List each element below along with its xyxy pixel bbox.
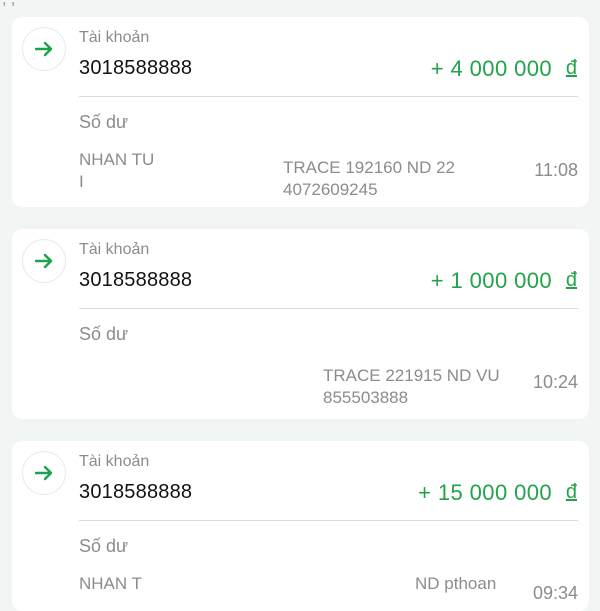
transaction-description-left: NHAN TU I [79, 150, 155, 191]
currency-symbol: đ [565, 269, 577, 291]
transaction-time: 10:24 [532, 372, 578, 392]
balance-label: Số dư [79, 112, 129, 132]
divider [79, 520, 578, 521]
arrow-right-icon [34, 465, 53, 481]
incoming-arrow-icon [22, 451, 66, 495]
account-number: 3018588888 [79, 481, 193, 503]
transaction-card[interactable]: Tài khoản 3018588888 + 15 000 000 đ Số d… [12, 441, 589, 611]
transaction-time: 09:34 [532, 583, 578, 603]
account-label: Tài khoản [79, 453, 150, 470]
transaction-time: 11:08 [534, 160, 578, 180]
account-label: Tài khoản [79, 29, 150, 46]
arrow-right-icon [34, 253, 53, 269]
transaction-amount: + 4 000 000 [430, 56, 552, 81]
transaction-description: TRACE 221915 ND VU 855503888 [323, 366, 500, 407]
incoming-arrow-icon [22, 239, 66, 283]
transaction-card[interactable]: Tài khoản 3018588888 + 4 000 000 đ Số dư… [12, 17, 589, 207]
divider [79, 96, 578, 97]
account-number: 3018588888 [79, 57, 193, 79]
currency-symbol: đ [565, 57, 577, 79]
top-edge: , , [0, 0, 600, 12]
transaction-card[interactable]: Tài khoản 3018588888 + 1 000 000 đ Số dư… [12, 229, 589, 419]
transaction-amount: + 1 000 000 [430, 268, 552, 293]
transaction-description-left: NHAN T [79, 574, 142, 593]
balance-label: Số dư [79, 536, 129, 556]
clipped-text-fragment: , , [2, 0, 15, 9]
transaction-amount: + 15 000 000 [418, 480, 552, 505]
incoming-arrow-icon [22, 27, 66, 71]
account-label: Tài khoản [79, 241, 150, 258]
balance-label: Số dư [79, 324, 129, 344]
divider [79, 308, 578, 309]
arrow-right-icon [34, 41, 53, 57]
account-number: 3018588888 [79, 269, 193, 291]
currency-symbol: đ [565, 481, 577, 503]
transaction-description: TRACE 192160 ND 22 4072609245 [283, 158, 455, 199]
